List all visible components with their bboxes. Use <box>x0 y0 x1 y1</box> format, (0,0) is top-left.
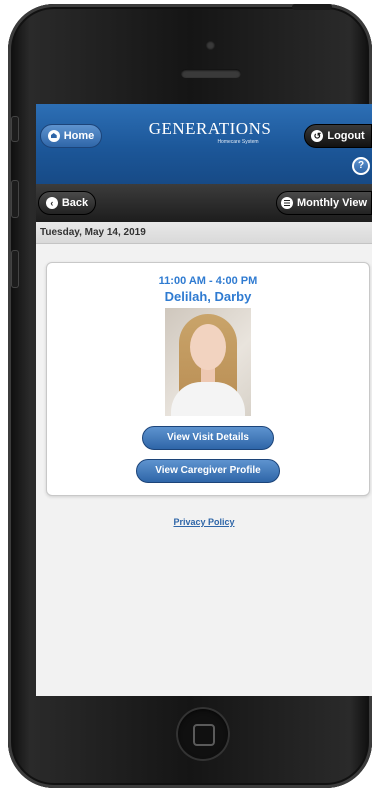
date-header: Tuesday, May 14, 2019 <box>36 222 372 244</box>
monthly-view-label: Monthly View <box>296 197 368 209</box>
phone-home-button[interactable] <box>176 707 230 761</box>
app-header: Home GENERATIONS Homecare System ↺ Logou… <box>36 104 372 184</box>
volume-up-button <box>11 180 19 218</box>
logo-subtext: Homecare System <box>217 139 259 145</box>
app-screen: Home GENERATIONS Homecare System ↺ Logou… <box>36 104 372 696</box>
front-camera <box>206 41 215 50</box>
home-icon <box>47 130 60 142</box>
generations-logo: GENERATIONS Homecare System <box>148 119 272 153</box>
volume-down-button <box>11 250 19 288</box>
privacy-policy-link[interactable]: Privacy Policy <box>36 517 372 527</box>
nav-bar: ‹ Back Monthly View <box>36 184 372 222</box>
caregiver-name: Delilah, Darby <box>164 289 252 304</box>
logout-icon: ↺ <box>311 130 324 142</box>
view-visit-details-button[interactable]: View Visit Details <box>142 426 274 450</box>
help-icon[interactable]: ? <box>352 157 370 175</box>
caregiver-photo <box>165 308 251 416</box>
home-button[interactable]: Home <box>40 124 102 148</box>
logout-button[interactable]: ↺ Logout <box>304 124 372 148</box>
earpiece-speaker <box>181 69 241 78</box>
home-button-label: Home <box>63 130 95 142</box>
home-square-icon <box>193 724 215 746</box>
photo-face <box>190 324 226 370</box>
back-button[interactable]: ‹ Back <box>38 191 96 215</box>
logo-text: GENERATIONS <box>148 119 272 138</box>
chevron-left-icon: ‹ <box>45 197 58 209</box>
logout-button-label: Logout <box>327 130 365 142</box>
visit-time: 11:00 AM - 4:00 PM <box>158 275 258 287</box>
power-button <box>292 4 332 10</box>
back-button-label: Back <box>61 197 89 209</box>
monthly-view-button[interactable]: Monthly View <box>276 191 372 215</box>
mute-switch <box>11 116 19 142</box>
visit-card: 11:00 AM - 4:00 PM Delilah, Darby View V… <box>46 262 370 496</box>
view-caregiver-profile-button[interactable]: View Caregiver Profile <box>136 459 280 483</box>
list-icon <box>280 197 293 209</box>
